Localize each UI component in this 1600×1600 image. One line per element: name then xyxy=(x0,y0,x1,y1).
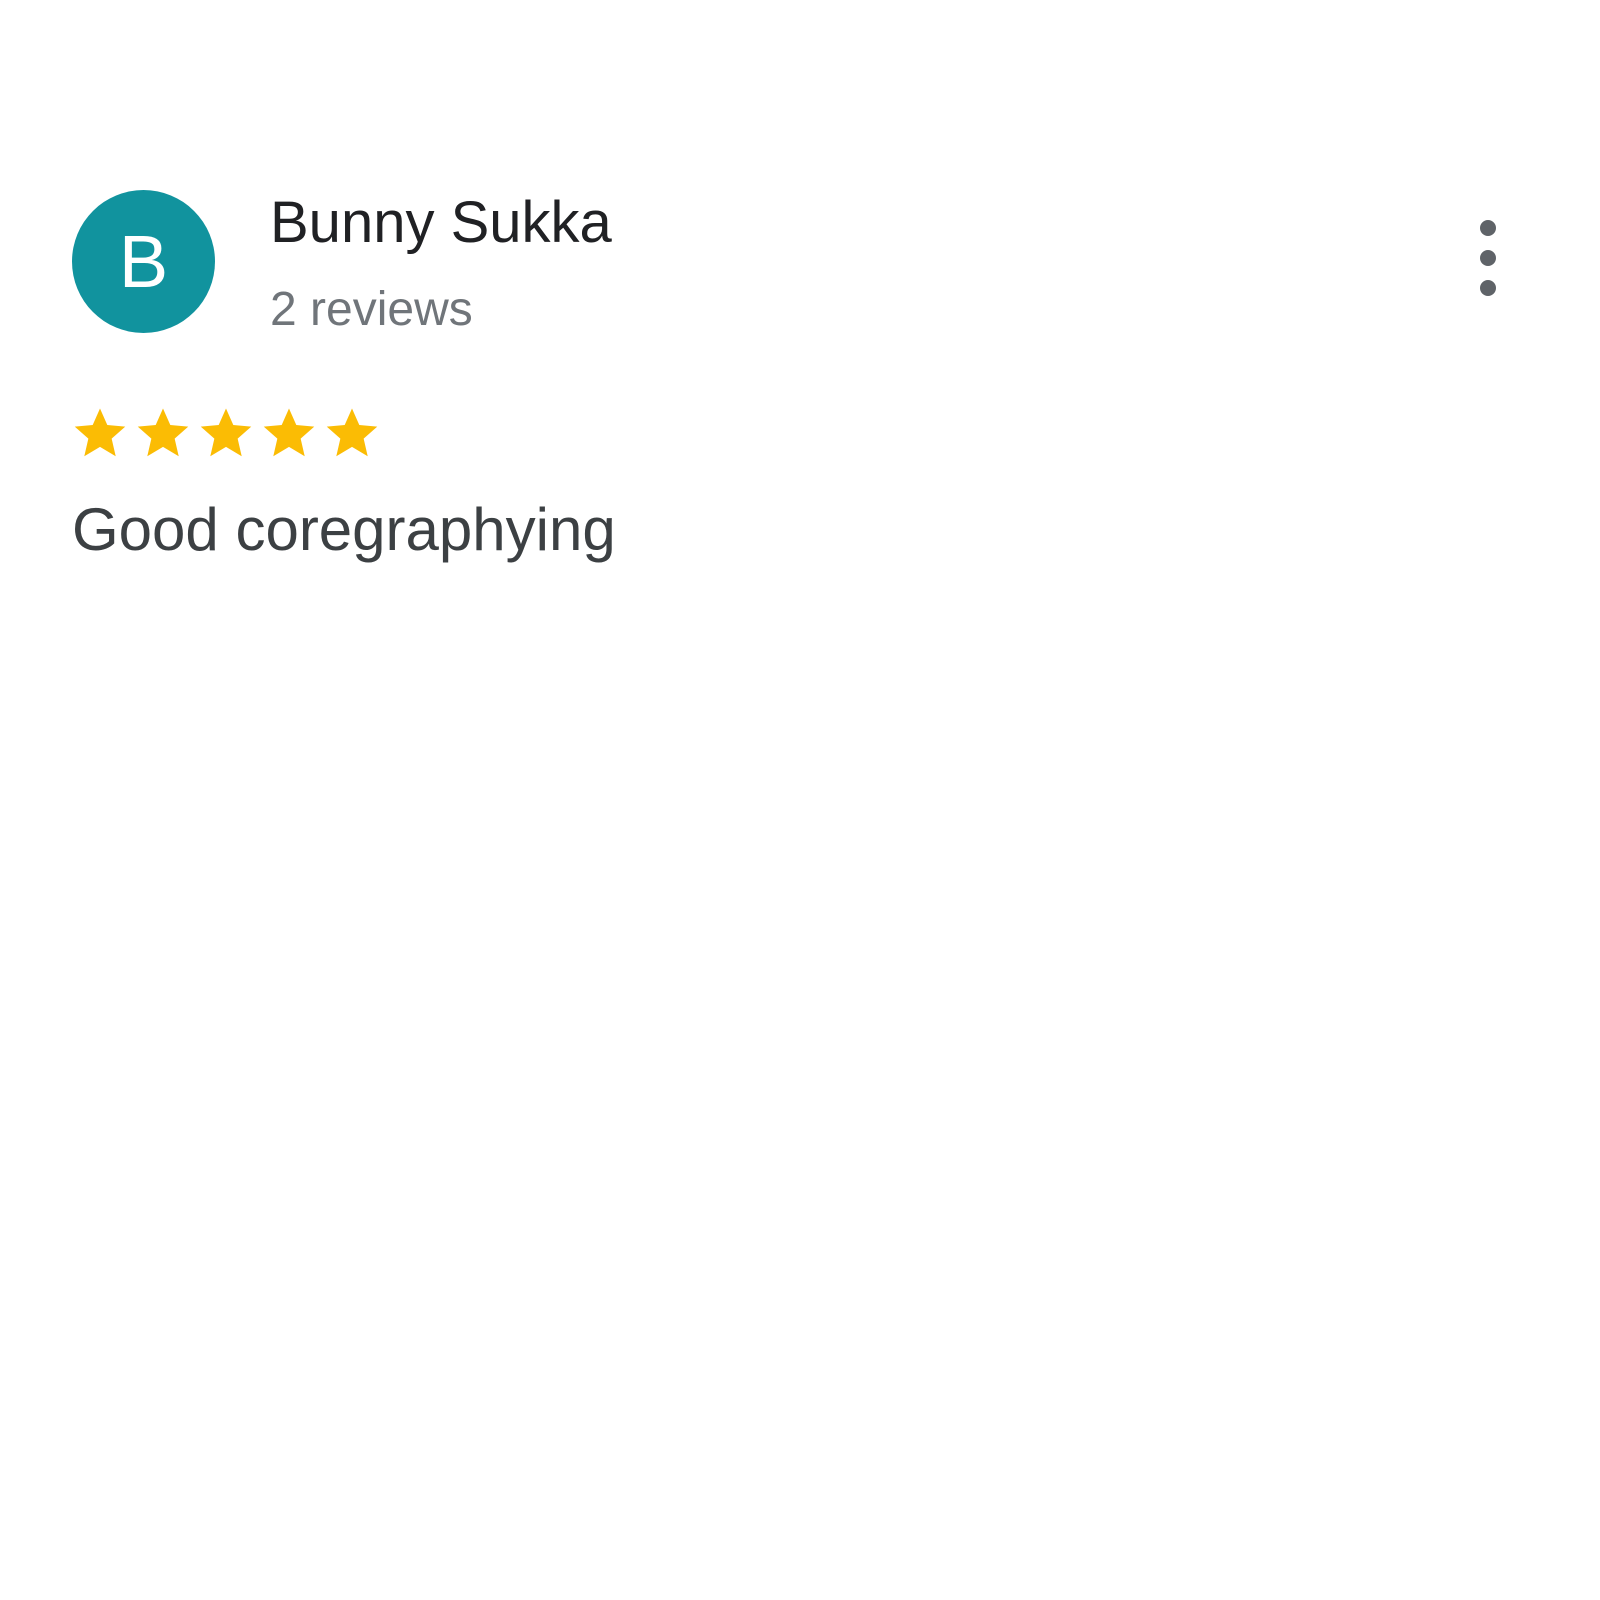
review-text: Good coregraphying xyxy=(72,496,616,563)
avatar[interactable]: B xyxy=(72,190,215,333)
star-rating xyxy=(70,403,382,463)
author-name[interactable]: Bunny Sukka xyxy=(270,188,612,258)
more-vert-icon xyxy=(1480,220,1496,296)
star-filled-icon xyxy=(137,408,189,457)
avatar-letter: B xyxy=(118,219,169,303)
more-options-button[interactable] xyxy=(1460,220,1516,296)
star-filled-icon xyxy=(200,408,252,457)
star-filled-icon xyxy=(326,408,378,457)
review-card: B Bunny Sukka 2 reviews Good coregraphyi… xyxy=(0,0,1600,1600)
star-filled-icon xyxy=(263,408,315,457)
star-filled-icon xyxy=(74,408,126,457)
review-count[interactable]: 2 reviews xyxy=(270,280,473,340)
